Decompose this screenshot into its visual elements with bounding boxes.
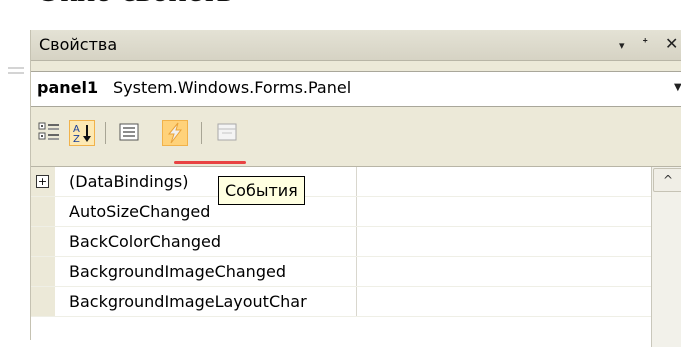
row-gutter <box>31 287 55 316</box>
selected-object-name: panel1 <box>37 78 99 97</box>
left-border-mark <box>8 72 24 74</box>
left-border-mark <box>8 67 24 69</box>
properties-toolbar: A Z <box>31 110 681 160</box>
property-row[interactable]: BackColorChanged <box>31 227 651 257</box>
object-selector-dropdown[interactable]: panel1 System.Windows.Forms.Panel ▼ <box>31 71 681 107</box>
row-gutter <box>31 227 55 256</box>
property-name: BackgroundImageChanged <box>69 262 286 281</box>
property-value-cell[interactable] <box>356 287 652 316</box>
property-value-cell[interactable] <box>356 197 652 226</box>
property-row[interactable]: BackgroundImageChanged <box>31 257 651 287</box>
events-tooltip: События <box>218 176 305 205</box>
page-caption: Окно свойств <box>36 0 233 10</box>
properties-window: Свойства ▾ ᐩ ✕ panel1 System.Windows.For… <box>30 30 681 347</box>
chevron-down-icon[interactable]: ▼ <box>674 82 681 93</box>
toolbar-separator <box>201 122 202 144</box>
alphabetical-sort-icon[interactable]: A Z <box>69 120 95 146</box>
row-gutter <box>31 197 55 226</box>
property-name: AutoSizeChanged <box>69 202 211 221</box>
window-titlebar: Свойства ▾ ᐩ ✕ <box>31 30 681 61</box>
row-gutter: + <box>31 167 55 196</box>
categorized-icon[interactable] <box>37 120 61 144</box>
property-grid: + (DataBindings) AutoSizeChanged BackCol… <box>31 166 681 347</box>
window-menu-dropdown-icon[interactable]: ▾ <box>619 39 625 52</box>
row-gutter <box>31 257 55 286</box>
property-name: BackColorChanged <box>69 232 222 251</box>
property-name: (DataBindings) <box>69 172 189 191</box>
vertical-scrollbar[interactable]: ^ <box>651 167 681 347</box>
events-lightning-icon[interactable] <box>162 120 188 146</box>
property-row[interactable]: AutoSizeChanged <box>31 197 651 227</box>
properties-icon[interactable] <box>117 120 141 144</box>
property-pages-icon[interactable] <box>215 120 239 144</box>
property-value-cell[interactable] <box>356 257 652 286</box>
property-value-cell[interactable] <box>356 227 652 256</box>
close-icon[interactable]: ✕ <box>665 34 678 54</box>
expand-plus-icon[interactable]: + <box>36 175 49 188</box>
svg-text:Z: Z <box>73 134 80 145</box>
highlight-underline <box>174 161 246 164</box>
property-row[interactable]: + (DataBindings) <box>31 167 651 197</box>
selected-object-type: System.Windows.Forms.Panel <box>113 78 352 97</box>
auto-hide-pin-icon[interactable]: ᐩ <box>642 34 648 53</box>
property-name: BackgroundImageLayoutChar <box>69 292 307 311</box>
scroll-up-icon[interactable]: ^ <box>653 168 681 192</box>
window-title: Свойства <box>39 35 118 54</box>
toolbar-separator <box>105 122 106 144</box>
property-value-cell[interactable] <box>356 167 652 196</box>
property-row[interactable]: BackgroundImageLayoutChar <box>31 287 651 317</box>
